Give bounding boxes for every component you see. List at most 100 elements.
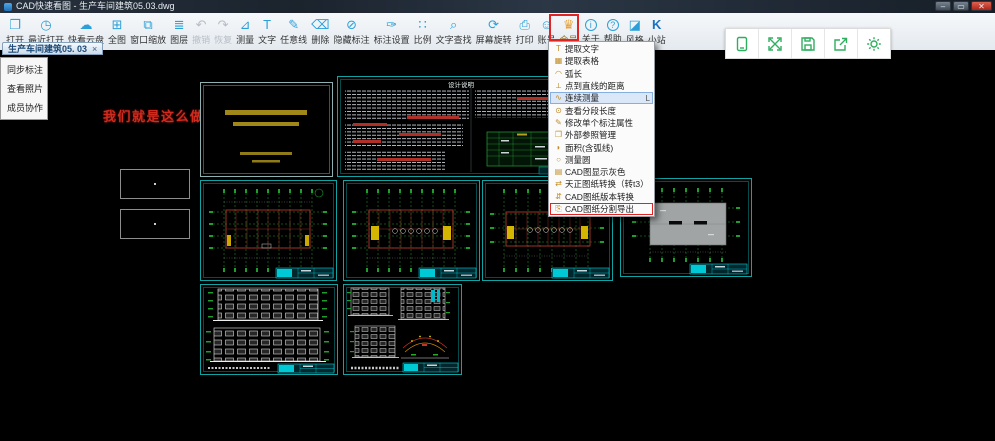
drawing-canvas[interactable]: 我们就是这么做的 — [0, 50, 995, 441]
toolbar-label: 图层 — [170, 33, 188, 46]
context-menu-label: 成员协作 — [7, 103, 43, 113]
toolbar-button-undo[interactable]: ↶ 撤销 — [190, 16, 212, 47]
menu-item-tangent-convert[interactable]: ⇄ 天正图纸转换（转t3） — [550, 178, 653, 190]
mobile-icon — [733, 35, 751, 53]
icon-undo: ↶ — [196, 17, 207, 32]
save-button[interactable] — [792, 29, 824, 58]
menu-icon-continuous-measure: ∿ — [552, 93, 565, 103]
menu-icon-split-export: ⎘ — [552, 204, 565, 214]
menu-icon-area-with-arc: ◗ — [552, 143, 565, 153]
toolbar-button-delete[interactable]: ⌫ 删除 — [309, 16, 331, 47]
context-menu-item-view-photo[interactable]: 查看照片 — [1, 79, 47, 98]
fullscreen-icon — [766, 35, 784, 53]
menu-item-label: CAD图纸分割导出 — [565, 203, 648, 215]
menu-icon-gray-display: ▤ — [552, 167, 565, 177]
menu-icon-extract-table: ▦ — [552, 56, 565, 66]
menu-item-gray-display[interactable]: ▤ CAD图显示灰色 — [550, 166, 653, 178]
toolbar-button-full-view[interactable]: ⊞ 全图 — [106, 16, 128, 47]
menu-item-shortcut: L — [644, 94, 650, 103]
tab-label: 生产车间建筑05. 03 — [8, 42, 87, 55]
icon-hide-annotation: ⊘ — [346, 17, 357, 32]
toolbar-button-redo[interactable]: ↷ 恢复 — [212, 16, 234, 47]
menu-item-label: 测量圆 — [565, 154, 648, 166]
svg-text:设计说明: 设计说明 — [448, 80, 475, 89]
context-menu-item-member-collab[interactable]: 成员协作 — [1, 98, 47, 117]
icon-delete: ⌫ — [311, 17, 329, 32]
maximize-button[interactable]: ▭ — [953, 1, 969, 11]
toolbar-button-scale[interactable]: ∷ 比例 — [412, 16, 434, 47]
context-menu-item-sync-annotation[interactable]: 同步标注 — [1, 60, 47, 79]
toolbar-button-free-line[interactable]: ✎ 任意线 — [278, 16, 309, 47]
menu-item-edit-annotation[interactable]: ✎ 修改单个标注属性 — [550, 117, 653, 129]
document-tab[interactable]: 生产车间建筑05. 03 × — [2, 42, 103, 55]
toolbar-label: 文字查找 — [436, 33, 472, 46]
context-menu-label: 查看照片 — [7, 84, 43, 94]
toolbar-label: 隐藏标注 — [334, 33, 370, 46]
menu-icon-xref-manager: ❐ — [552, 130, 565, 140]
icon-full-view: ⊞ — [112, 17, 123, 32]
menu-item-area-with-arc[interactable]: ◗ 面积(含弧线) — [550, 141, 653, 153]
toolbar-button-find-text[interactable]: ⌕ 文字查找 — [434, 16, 474, 47]
menu-icon-extract-text: T — [552, 44, 565, 54]
icon-measure: ⊿ — [240, 17, 251, 32]
share-icon — [832, 35, 850, 53]
toolbar-button-text[interactable]: T 文字 — [256, 16, 278, 47]
menu-item-measure-circle[interactable]: ○ 测量圆 — [550, 154, 653, 166]
icon-redo: ↷ — [218, 17, 229, 32]
toolbar-button-measure[interactable]: ⊿ 测量 — [234, 16, 256, 47]
menu-item-continuous-measure[interactable]: ∿ 连续测量 L — [550, 92, 653, 104]
menu-item-label: 弧长 — [565, 68, 648, 80]
app-logo-icon — [4, 3, 12, 11]
icon-about: i — [585, 19, 597, 31]
settings-button[interactable] — [858, 29, 890, 58]
icon-account: ☺ — [540, 17, 553, 32]
menu-item-xref-manager[interactable]: ❐ 外部参照管理 — [550, 129, 653, 141]
icon-open: ❐ — [9, 17, 21, 32]
minimize-button[interactable]: – — [935, 1, 951, 11]
tab-close-icon[interactable]: × — [92, 44, 97, 54]
menu-item-label: 修改单个标注属性 — [565, 117, 648, 129]
menu-item-label: 点到直线的距离 — [565, 80, 648, 92]
toolbar-button-window-zoom[interactable]: ⧉ 窗口缩放 — [128, 16, 168, 47]
floating-toolbar — [725, 28, 891, 59]
menu-item-extract-text[interactable]: T 提取文字 — [550, 43, 653, 55]
menu-icon-edit-annotation: ✎ — [552, 118, 565, 128]
toolbar-label: 窗口缩放 — [130, 33, 166, 46]
fullscreen-button[interactable] — [759, 29, 791, 58]
menu-item-label: 提取文字 — [565, 43, 648, 55]
menu-item-arc-length[interactable]: ◠ 弧长 — [550, 68, 653, 80]
icon-style: ◪ — [629, 17, 641, 32]
settings-gear-icon — [865, 35, 883, 53]
toolbar-button-print[interactable]: ⎙ 打印 — [514, 16, 536, 47]
menu-item-label: 天正图纸转换（转t3） — [565, 178, 648, 190]
cad-frame-floor-plan-1 — [200, 180, 337, 281]
menu-item-version-convert[interactable]: ⇵ CAD图纸版本转换 — [550, 191, 653, 203]
menu-item-segment-length[interactable]: ⊙ 查看分段长度 — [550, 104, 653, 116]
icon-find-text: ⌕ — [450, 17, 457, 32]
icon-cloud-drive: ☁ — [80, 17, 93, 32]
cad-viewer-window: CAD快速看图 - 生产车间建筑05.03.dwg – ▭ ✕ ❐ 打开 ◷ 最… — [0, 0, 995, 441]
toolbar-button-layers[interactable]: ≣ 图层 — [168, 16, 190, 47]
share-button[interactable] — [825, 29, 857, 58]
menu-item-label: 查看分段长度 — [565, 105, 648, 117]
mobile-preview-button[interactable] — [726, 29, 758, 58]
context-menu-label: 同步标注 — [7, 65, 43, 75]
cad-frame-floor-plan-2 — [343, 180, 480, 281]
icon-k-site: K — [652, 17, 661, 32]
menu-icon-measure-circle: ○ — [552, 155, 565, 165]
toolbar-button-screen-rotate[interactable]: ⟳ 屏幕旋转 — [474, 16, 514, 47]
toolbar-label: 标注设置 — [374, 33, 410, 46]
close-button[interactable]: ✕ — [971, 1, 992, 11]
icon-layers: ≣ — [174, 17, 185, 32]
toolbar-button-annotation-settings[interactable]: ✑ 标注设置 — [372, 16, 412, 47]
window-title: CAD快速看图 - 生产车间建筑05.03.dwg — [16, 0, 175, 13]
toolbar-label: 恢复 — [214, 33, 232, 46]
menu-item-extract-table[interactable]: ▦ 提取表格 — [550, 55, 653, 67]
menu-item-label: 外部参照管理 — [565, 129, 648, 141]
menu-item-split-export[interactable]: ⎘ CAD图纸分割导出 — [550, 203, 653, 215]
menu-item-point-line-distance[interactable]: ⟂ 点到直线的距离 — [550, 80, 653, 92]
toolbar-label: 屏幕旋转 — [476, 33, 512, 46]
menu-item-label: CAD图纸版本转换 — [565, 191, 648, 203]
menu-item-label: 提取表格 — [565, 55, 648, 67]
toolbar-button-hide-annotation[interactable]: ⊘ 隐藏标注 — [332, 16, 372, 47]
